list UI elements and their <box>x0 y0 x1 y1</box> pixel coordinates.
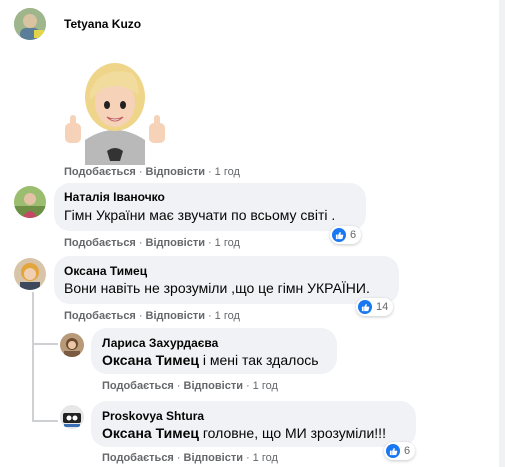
avatar[interactable] <box>14 258 46 290</box>
comment-text-body: і мені так здалось <box>198 352 319 368</box>
like-button[interactable]: Подобається <box>64 237 136 249</box>
reaction-count[interactable]: 6 <box>384 442 416 460</box>
comment-text: Вони навіть не зрозуміли ,що це гімн УКР… <box>64 280 370 296</box>
reply-button[interactable]: Відповісти <box>146 310 205 322</box>
avatar[interactable] <box>60 405 84 429</box>
timestamp[interactable]: 1 год <box>215 237 240 249</box>
timestamp[interactable]: 1 год <box>253 380 278 392</box>
avatar[interactable] <box>14 186 46 218</box>
like-button[interactable]: Подобається <box>102 380 174 392</box>
comment-actions: Подобається · Відповісти · 1 год <box>64 310 240 322</box>
separator: · <box>207 237 212 249</box>
timestamp[interactable]: 1 год <box>253 452 278 464</box>
reaction-number: 6 <box>404 445 411 457</box>
separator: · <box>138 166 143 178</box>
reply-button[interactable]: Відповісти <box>184 380 243 392</box>
reply-connector <box>32 343 58 345</box>
comment-actions: Подобається · Відповісти · 1 год <box>64 237 240 249</box>
comment-actions: Подобається · Відповісти · 1 год <box>64 166 240 178</box>
comment-text: Гімн України має звучати по всьому світі… <box>64 207 336 223</box>
reaction-number: 14 <box>376 301 389 313</box>
reaction-number: 6 <box>350 229 357 241</box>
reply-connector <box>32 420 58 422</box>
separator: · <box>176 380 181 392</box>
reply-thread-line <box>32 292 34 422</box>
separator: · <box>138 310 143 322</box>
separator: · <box>176 452 181 464</box>
comment-author[interactable]: Tetyana Kuzo <box>64 17 141 31</box>
comment-author[interactable]: Proskovya Shtura <box>102 409 204 423</box>
sticker-image <box>60 55 170 165</box>
like-button[interactable]: Подобається <box>102 452 174 464</box>
mention-link[interactable]: Оксана Тимец <box>102 352 199 368</box>
separator: · <box>245 380 250 392</box>
mention-link[interactable]: Оксана Тимец <box>102 425 199 441</box>
thumbs-up-icon <box>358 300 372 314</box>
reply-button[interactable]: Відповісти <box>146 237 205 249</box>
timestamp[interactable]: 1 год <box>215 166 240 178</box>
scrollbar[interactable] <box>499 0 505 467</box>
avatar[interactable] <box>60 333 84 357</box>
separator: · <box>245 452 250 464</box>
reaction-count[interactable]: 14 <box>356 298 394 316</box>
avatar[interactable] <box>14 8 46 40</box>
timestamp[interactable]: 1 год <box>215 310 240 322</box>
comment-text: Оксана Тимец головне, що МИ зрозуміли!!! <box>102 425 386 441</box>
like-button[interactable]: Подобається <box>64 310 136 322</box>
comment-text-body: головне, що МИ зрозуміли!!! <box>198 425 386 441</box>
comment-author[interactable]: Лариса Захурдаєва <box>102 336 218 350</box>
reaction-count[interactable]: 6 <box>330 226 362 244</box>
reply-button[interactable]: Відповісти <box>184 452 243 464</box>
comment-actions: Подобається · Відповісти · 1 год <box>102 380 278 392</box>
thumbs-up-icon <box>332 228 346 242</box>
comment-text: Оксана Тимец і мені так здалось <box>102 352 319 368</box>
reply-button[interactable]: Відповісти <box>146 166 205 178</box>
like-button[interactable]: Подобається <box>64 166 136 178</box>
separator: · <box>207 166 212 178</box>
comment-actions: Подобається · Відповісти · 1 год <box>102 452 278 464</box>
comment-author[interactable]: Оксана Тимец <box>64 264 147 278</box>
thumbs-up-icon <box>386 444 400 458</box>
separator: · <box>207 310 212 322</box>
separator: · <box>138 237 143 249</box>
comment-author[interactable]: Наталія Іваночко <box>64 190 165 204</box>
